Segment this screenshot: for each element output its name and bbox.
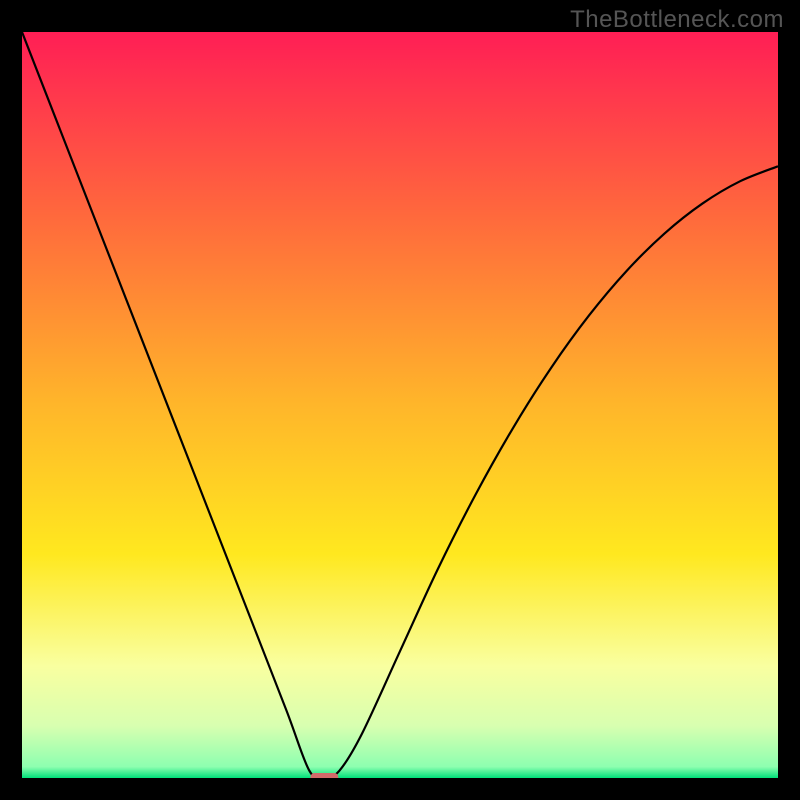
minimum-marker xyxy=(310,773,338,778)
watermark-text: TheBottleneck.com xyxy=(570,6,784,34)
chart-background xyxy=(22,32,778,778)
chart-svg xyxy=(22,32,778,778)
chart-frame: TheBottleneck.com xyxy=(0,0,800,800)
plot-area xyxy=(20,30,780,780)
